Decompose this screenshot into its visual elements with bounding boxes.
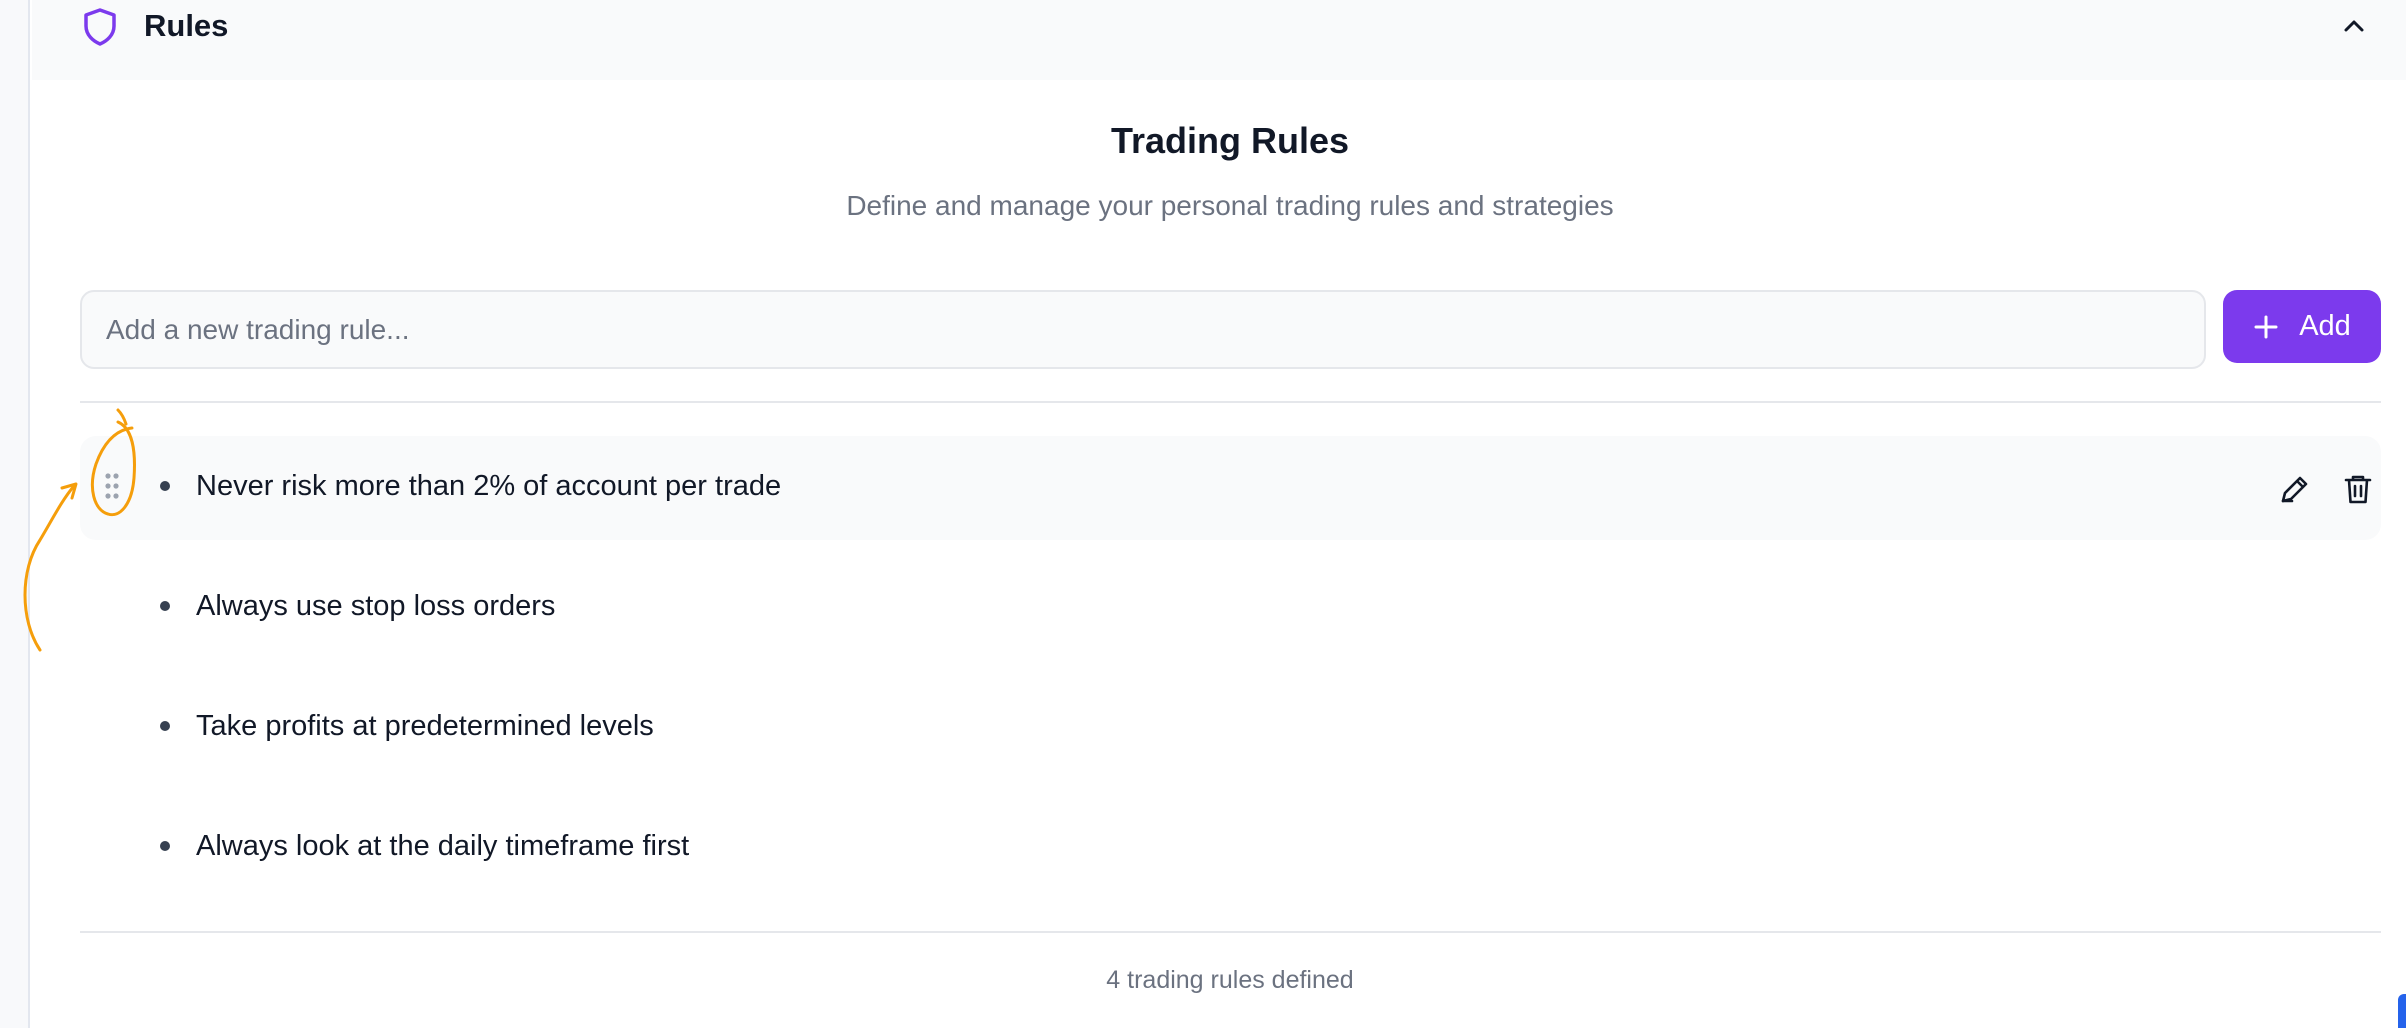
left-rail xyxy=(0,0,30,1028)
rules-list: Never risk more than 2% of account per t… xyxy=(80,436,2381,916)
rule-item[interactable]: Always use stop loss orders xyxy=(80,556,2381,660)
plus-icon xyxy=(2254,315,2278,338)
rule-item[interactable]: Take profits at predetermined levels xyxy=(80,676,2381,780)
rule-text: Always look at the daily timeframe first xyxy=(196,830,690,862)
bullet-dot xyxy=(160,721,170,731)
rule-item[interactable]: Always look at the daily timeframe first xyxy=(80,796,2381,900)
rule-text: Never risk more than 2% of account per t… xyxy=(196,470,782,502)
drag-handle-icon[interactable] xyxy=(104,472,120,500)
add-rule-button[interactable]: Add xyxy=(2223,290,2381,363)
divider-bottom xyxy=(80,931,2381,933)
bullet-dot xyxy=(160,841,170,851)
rule-text: Always use stop loss orders xyxy=(196,590,556,622)
rule-text: Take profits at predetermined levels xyxy=(196,710,654,742)
trash-icon[interactable] xyxy=(2341,472,2375,506)
section-title: Rules xyxy=(144,8,229,43)
add-button-label: Add xyxy=(2299,310,2351,342)
page-title: Trading Rules xyxy=(1110,120,1350,161)
divider-top xyxy=(80,401,2381,403)
bullet-dot xyxy=(160,481,170,491)
floating-tab[interactable] xyxy=(2398,994,2406,1028)
new-rule-input[interactable] xyxy=(80,290,2206,369)
pencil-icon[interactable] xyxy=(2278,472,2312,506)
rules-panel: Rules Trading Rules Define and manage yo… xyxy=(32,0,2406,1028)
chevron-up-icon[interactable] xyxy=(2338,10,2370,42)
bullet-dot xyxy=(160,601,170,611)
shield-icon xyxy=(84,8,116,46)
rules-count: 4 trading rules defined xyxy=(1106,966,1354,994)
rule-item[interactable]: Never risk more than 2% of account per t… xyxy=(80,436,2381,540)
page-subtitle: Define and manage your personal trading … xyxy=(846,190,1614,221)
rules-section-header[interactable]: Rules xyxy=(32,0,2406,80)
